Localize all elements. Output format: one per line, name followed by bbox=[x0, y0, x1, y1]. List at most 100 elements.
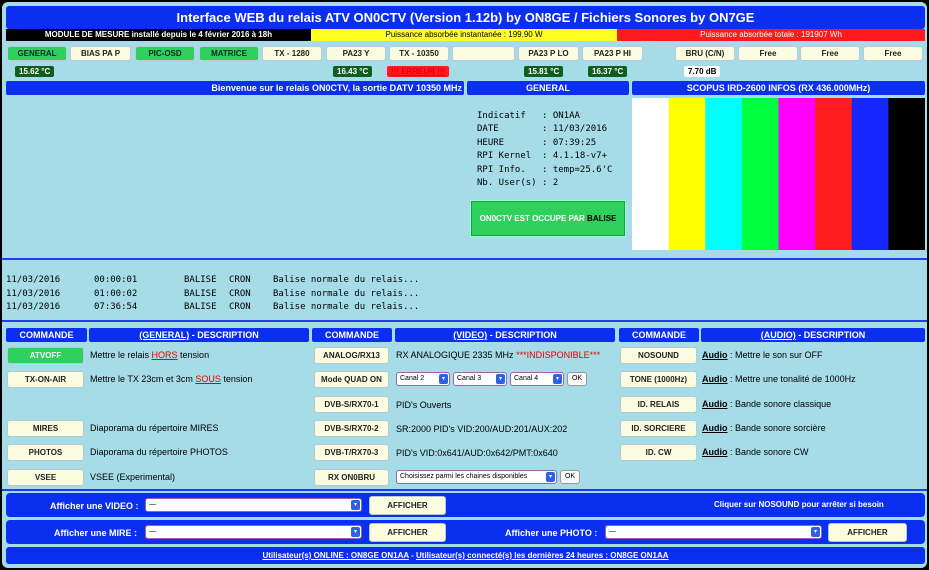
measure-button[interactable]: PA23 P LO bbox=[518, 46, 579, 61]
measure-button[interactable]: BRU (C/N) bbox=[675, 46, 735, 61]
on0bru-ok-button[interactable]: OK bbox=[560, 470, 580, 484]
measure-button[interactable]: PIC-OSD bbox=[135, 46, 195, 61]
separator: : bbox=[727, 399, 736, 409]
welcome-banner: Bienvenue sur le relais ON0CTV, la sorti… bbox=[6, 81, 464, 95]
measure-button[interactable]: PA23 P HI bbox=[582, 46, 643, 61]
audio-label: Audio bbox=[702, 399, 728, 409]
general-info-line: RPI Kernel : 4.1.18-v7+ bbox=[477, 150, 612, 163]
info-value: : 2 bbox=[542, 178, 559, 189]
audio-command-desc: Audio : Bande sonore sorcière bbox=[702, 421, 826, 435]
measure-button[interactable]: MATRICE bbox=[199, 46, 259, 61]
audio-desc-text: Bande sonore CW bbox=[735, 447, 809, 457]
recent-users-link[interactable]: Utilisateur(s) connecté(s) les dernières… bbox=[416, 551, 669, 560]
info-key: RPI Info. bbox=[477, 164, 526, 175]
info-value: : 4.1.18-v7+ bbox=[542, 151, 608, 162]
analog-warning: ***INDISPONIBLE*** bbox=[516, 350, 601, 360]
desc-part: VSEE (Experimental) bbox=[90, 472, 176, 482]
chevron-down-icon: ▾ bbox=[351, 500, 360, 510]
general-command-button[interactable]: TX-ON-AIR bbox=[7, 371, 84, 388]
quad-on-button[interactable]: Mode QUAD ON bbox=[314, 371, 389, 388]
measure-button[interactable]: BIAS PA P bbox=[70, 46, 131, 61]
general-header: GENERAL bbox=[467, 81, 629, 95]
audio-command-desc: Audio : Bande sonore classique bbox=[702, 397, 831, 411]
measure-button[interactable]: PA23 Y bbox=[326, 46, 386, 61]
log-field: 07:36:54 bbox=[94, 302, 138, 312]
audio-label: Audio bbox=[702, 350, 728, 360]
log-entry: 11/03/2016 01:00:02 BALISE CRON Balise norma… bbox=[6, 288, 473, 302]
general-command-desc: Mettre le TX 23cm et 3cm SOUS tension bbox=[90, 372, 252, 386]
desc-part: Diaporama du répertoire PHOTOS bbox=[90, 447, 228, 457]
on0bru-channel-select[interactable]: Choisissez parmi les chaines disponibles… bbox=[396, 470, 557, 484]
afficher-video-button[interactable]: AFFICHER bbox=[369, 496, 446, 515]
audio-command-button[interactable]: ID. RELAIS bbox=[620, 396, 697, 413]
general-desc-header: (GENERAL) - DESCRIPTION bbox=[89, 328, 309, 342]
general-command-button[interactable]: ATVOFF bbox=[7, 347, 84, 364]
photo-select[interactable]: — ▾ bbox=[605, 525, 822, 539]
measure-button[interactable] bbox=[452, 46, 515, 61]
audio-desc-header: (AUDIO) - DESCRIPTION bbox=[701, 328, 925, 342]
measure-button[interactable]: TX - 1280 bbox=[262, 46, 322, 61]
dvbs-rx70-1-button[interactable]: DVB-S/RX70-1 bbox=[314, 396, 389, 413]
audio-command-button[interactable]: TONE (1000Hz) bbox=[620, 371, 697, 388]
separator: : bbox=[727, 423, 736, 433]
audio-command-button[interactable]: NOSOUND bbox=[620, 347, 697, 364]
video-desc-link[interactable]: (VIDEO) bbox=[453, 330, 487, 340]
separator: : bbox=[727, 374, 736, 384]
afficher-photo-button[interactable]: AFFICHER bbox=[828, 523, 907, 542]
info-key: Nb. User(s) bbox=[477, 178, 537, 189]
dvbs-rx70-2-button[interactable]: DVB-S/RX70-2 bbox=[314, 420, 389, 437]
color-bars-image bbox=[632, 98, 925, 250]
rx-on0bru-button[interactable]: RX ON0BRU bbox=[314, 469, 389, 486]
measure-button[interactable]: Free bbox=[800, 46, 860, 61]
general-desc-link[interactable]: (GENERAL) bbox=[139, 330, 189, 340]
audio-desc-link[interactable]: (AUDIO) bbox=[761, 330, 796, 340]
power-total: Puissance absorbée totale : 191907 Wh bbox=[617, 29, 925, 41]
busy-status: ON0CTV EST OCCUPE PAR BALISE bbox=[471, 201, 625, 236]
desc-part: SOUS bbox=[195, 374, 221, 384]
general-command-button[interactable]: VSEE bbox=[7, 469, 84, 486]
dvbt-rx70-3-button[interactable]: DVB-T/RX70-3 bbox=[314, 444, 389, 461]
info-key: Indicatif bbox=[477, 111, 526, 121]
online-users-link[interactable]: Utilisateur(s) ONLINE : ON8GE ON1AA bbox=[262, 551, 408, 560]
general-command-button[interactable]: PHOTOS bbox=[7, 444, 84, 461]
chevron-down-icon: ▾ bbox=[439, 374, 448, 384]
audio-label: Audio bbox=[702, 447, 728, 457]
photo-label: Afficher une PHOTO : bbox=[505, 528, 598, 538]
color-bar bbox=[851, 98, 889, 250]
chevron-down-icon: ▾ bbox=[496, 374, 505, 384]
chevron-down-icon: ▾ bbox=[553, 374, 562, 384]
on0bru-channel-value: Choisissez parmi les chaines disponibles bbox=[400, 473, 528, 480]
measure-button[interactable]: Free bbox=[863, 46, 923, 61]
analog-rx13-button[interactable]: ANALOG/RX13 bbox=[314, 347, 389, 364]
power-instant: Puissance absorbée instantanée : 199.90 … bbox=[311, 29, 617, 41]
log-field: Balise normale du relais... bbox=[273, 288, 420, 299]
audio-desc-text: Mettre une tonalité de 1000Hz bbox=[735, 374, 856, 384]
video-select[interactable]: — ▾ bbox=[145, 498, 362, 512]
nosound-hint: Cliquer sur NOSOUND pour arrêter si beso… bbox=[714, 500, 884, 509]
audio-command-button[interactable]: ID. CW bbox=[620, 444, 697, 461]
log-field: 00:00:01 bbox=[94, 275, 138, 285]
canal-select-2[interactable]: Canal 3 ▾ bbox=[453, 372, 507, 386]
log-field: BALISE bbox=[184, 275, 217, 285]
general-command-desc: Mettre le relais HORS tension bbox=[90, 348, 209, 362]
info-key: RPI Kernel bbox=[477, 151, 532, 162]
audio-command-button[interactable]: ID. SORCIERE bbox=[620, 420, 697, 437]
general-info-line: RPI Info.: temp=25.6'C bbox=[477, 164, 612, 177]
quad-ok-button[interactable]: OK bbox=[567, 372, 587, 386]
photo-select-value: — bbox=[609, 528, 616, 535]
measure-button[interactable]: GENERAL bbox=[7, 46, 67, 61]
canal-select-1[interactable]: Canal 2 ▾ bbox=[396, 372, 450, 386]
log-field: CRON bbox=[229, 288, 251, 299]
general-command-button[interactable]: MIRES bbox=[7, 420, 84, 437]
mire-select[interactable]: — ▾ bbox=[145, 525, 362, 539]
measure-button[interactable]: TX - 10350 bbox=[389, 46, 449, 61]
dvbs-rx70-2-desc: SR:2000 PID's VID:200/AUD:201/AUX:202 bbox=[396, 424, 568, 434]
temp-pa23phi: 16.37 °C bbox=[588, 66, 628, 77]
page-title: Interface WEB du relais ATV ON0CTV (Vers… bbox=[6, 6, 925, 29]
canal-select-3[interactable]: Canal 4 ▾ bbox=[510, 372, 564, 386]
chevron-down-icon: ▾ bbox=[546, 472, 555, 482]
afficher-mire-button[interactable]: AFFICHER bbox=[369, 523, 446, 542]
general-command-desc: VSEE (Experimental) bbox=[90, 470, 175, 484]
desc-part: Mettre le TX 23cm et 3cm bbox=[90, 374, 196, 384]
measure-button[interactable]: Free bbox=[738, 46, 798, 61]
